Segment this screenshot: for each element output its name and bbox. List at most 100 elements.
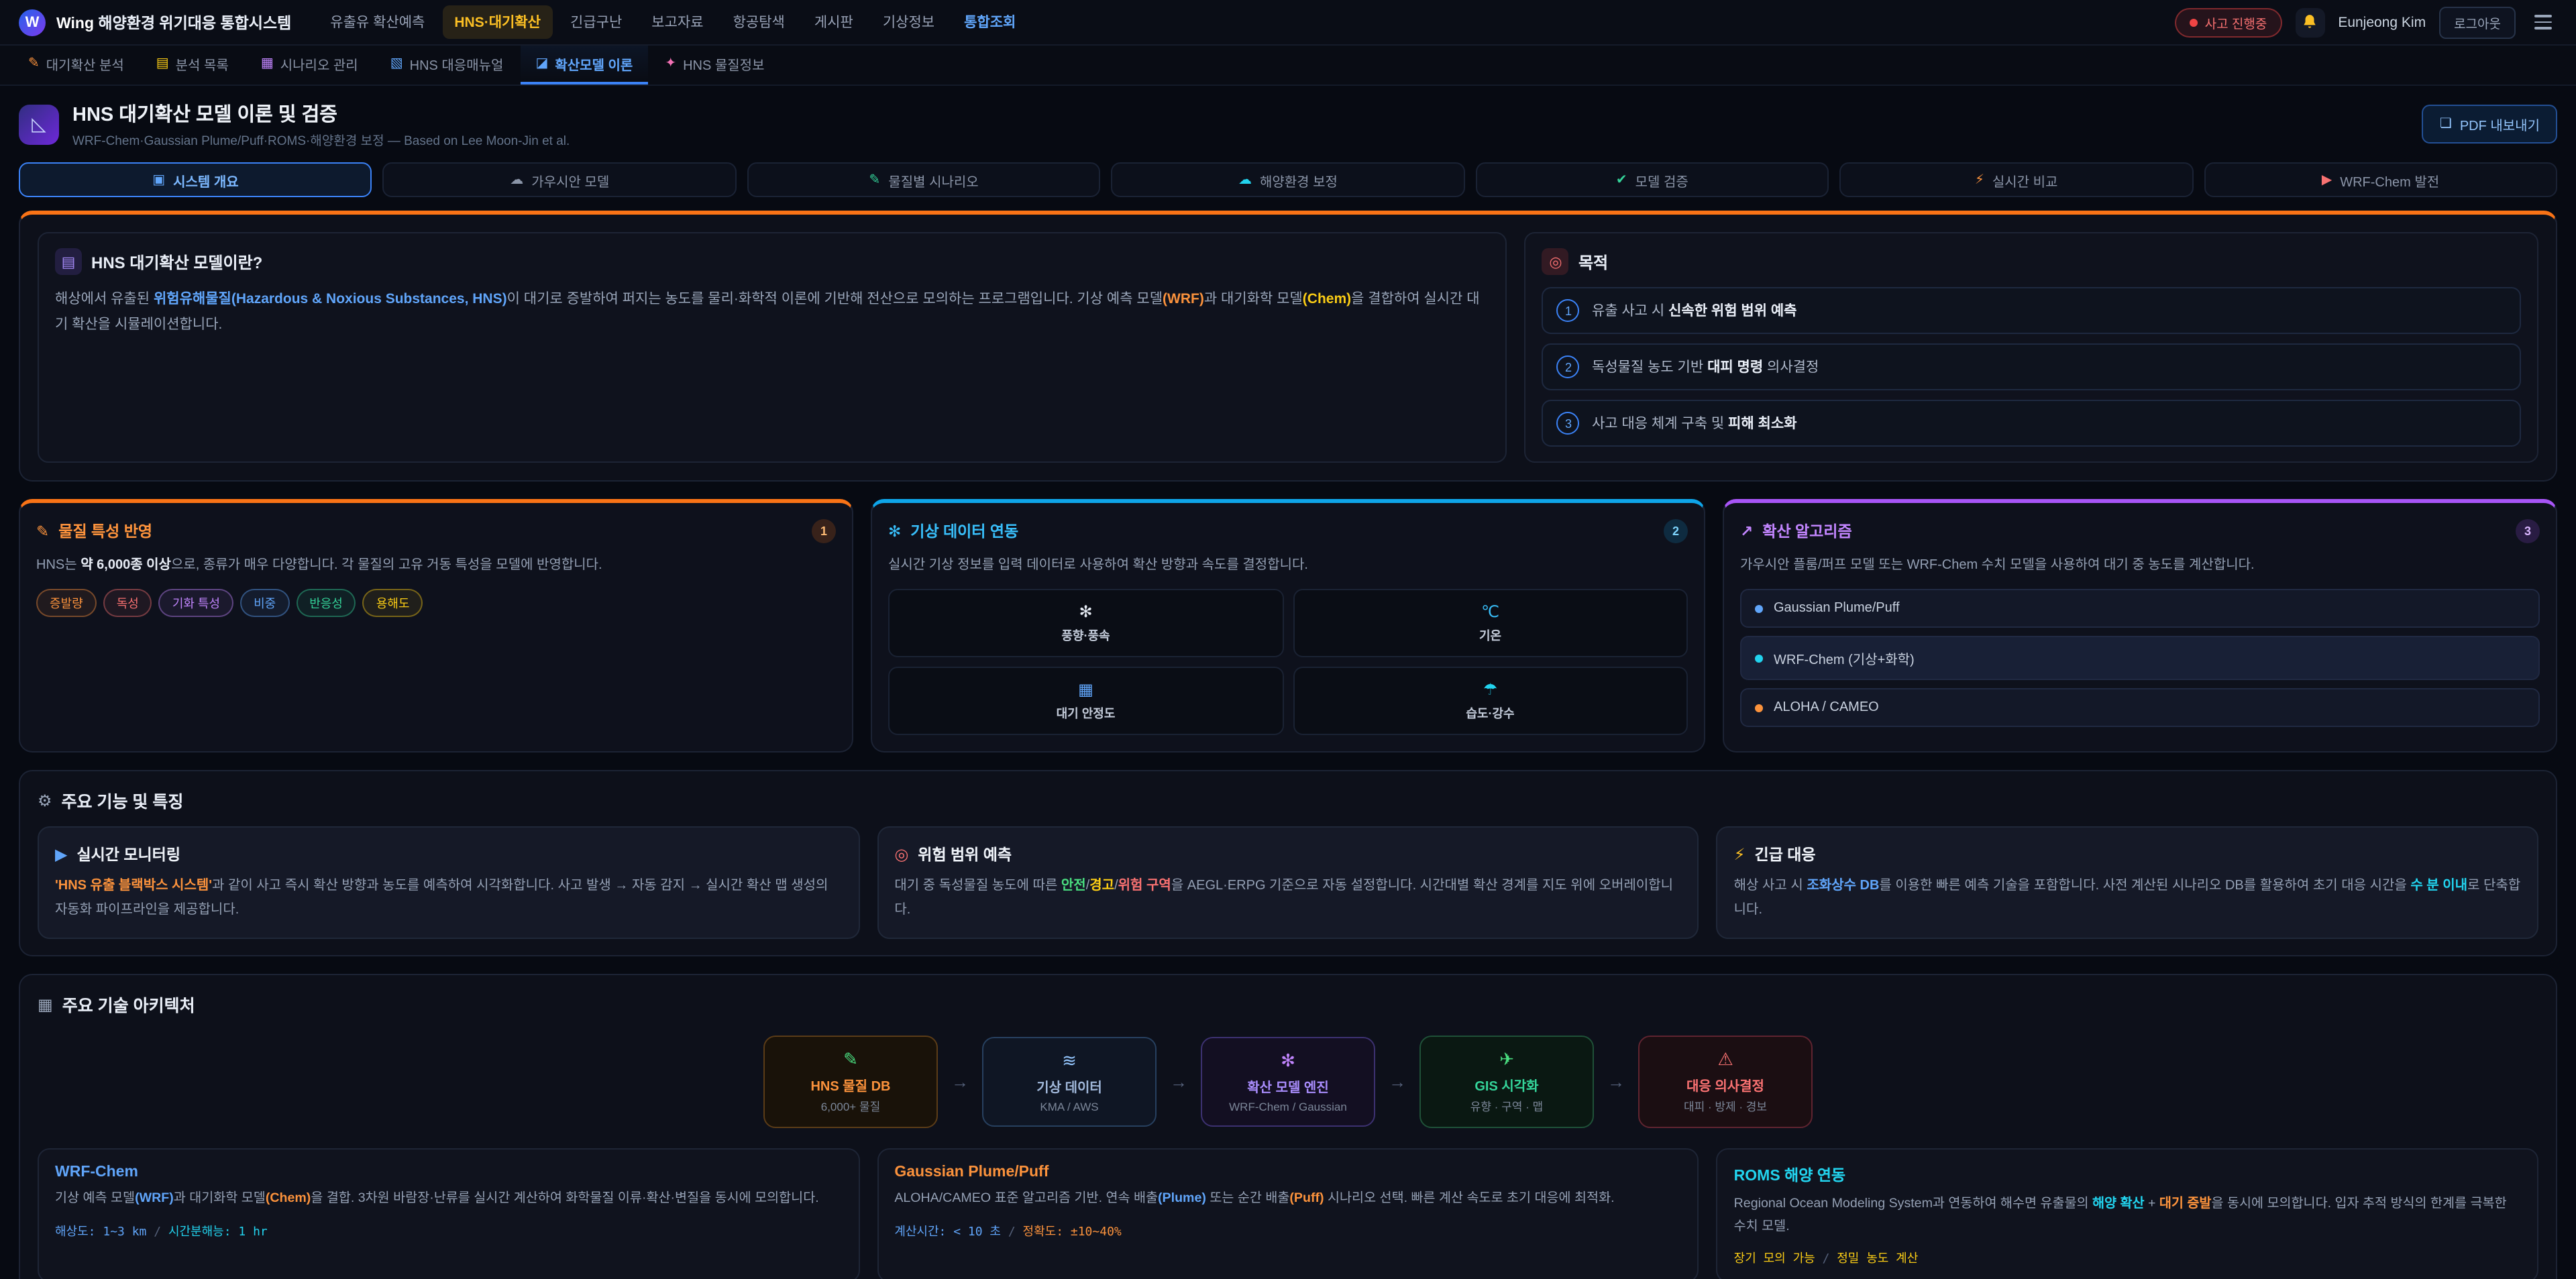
- flow-node-title: 기상 데이터: [1036, 1076, 1102, 1096]
- section-tab-wrf-chem-evolution[interactable]: ▶WRF-Chem 발전: [2204, 162, 2557, 197]
- text-segment: HNS는: [36, 558, 80, 573]
- brand: W Wing 해양환경 위기대응 통합시스템: [19, 9, 291, 36]
- tab-scenario-management[interactable]: ▦시나리오 관리: [246, 46, 373, 85]
- purpose-panel: ◎ 목적 1 유출 사고 시 신속한 위험 범위 예측 2 독성물질 농도 기반…: [1525, 232, 2538, 463]
- page-subtitle: WRF-Chem·Gaussian Plume/Puff·ROMS·해양환경 보…: [72, 130, 570, 149]
- section-tab-gaussian-model[interactable]: ☁가우시안 모델: [383, 162, 737, 197]
- flow-node-subtitle: 유향 · 구역 · 맵: [1470, 1099, 1543, 1115]
- section-tab-label: 가우시안 모델: [531, 170, 609, 190]
- sub-tab-bar: ✎대기확산 분석 ▤분석 목록 ▦시나리오 관리 ▧HNS 대응매뉴얼 ◪확산모…: [0, 46, 2576, 86]
- flow-node-weather-data: ≋ 기상 데이터 KMA / AWS: [982, 1037, 1157, 1127]
- section-tab-model-validation[interactable]: ✔모델 검증: [1475, 162, 1829, 197]
- pdf-export-label: PDF 내보내기: [2460, 114, 2540, 134]
- feature-card-risk-range-prediction: ◎위험 범위 예측 대기 중 독성물질 농도에 따른 안전/경고/위험 구역을 …: [877, 826, 1699, 939]
- tab-hns-substance-info[interactable]: ✦ HNS 물질정보: [650, 46, 779, 85]
- tech-card-metrics: 장기 모의 가능 / 정밀 농도 계산: [1734, 1249, 2521, 1267]
- ruler-icon: ◺: [19, 104, 59, 144]
- card-title: 확산 알고리즘: [1762, 520, 1851, 542]
- about-text-segment: 이 대기로 증발하여 퍼지는 농도를 물리·화학적 이론에 기반해 전산으로 모…: [507, 291, 1163, 307]
- trend-icon: ↗: [1740, 522, 1753, 541]
- about-panel: ▤ HNS 대기확산 모델이란? 해상에서 유출된 위험유해물질(Hazardo…: [38, 232, 1507, 463]
- weather-cell-humidity: ☂습도·강수: [1293, 667, 1688, 735]
- nav-item-hns-air-diffusion[interactable]: HNS·대기확산: [442, 5, 553, 39]
- text-segment: 시나리오 선택. 빠른 계산 속도로 초기 대응에 최적화.: [1324, 1191, 1615, 1206]
- purpose-item: 2 독성물질 농도 기반 대피 명령 의사결정: [1542, 343, 2521, 390]
- feature-card-emergency-response: ⚡긴급 대응 해상 사고 시 조화상수 DB를 이용한 빠른 예측 기술을 포함…: [1717, 826, 2538, 939]
- weather-cell-label: 대기 안정도: [1057, 704, 1116, 722]
- algorithm-item-wrf-chem: WRF-Chem (기상+화학): [1740, 636, 2540, 680]
- section-tab-substance-scenarios[interactable]: ✎물질별 시나리오: [747, 162, 1101, 197]
- boxes-icon: ▦: [38, 995, 53, 1013]
- text-segment: 과 대기화학 모델: [174, 1191, 266, 1206]
- text-highlight: (Plume): [1158, 1191, 1206, 1206]
- card-substance-characteristics: ✎ 물질 특성 반영 1 HNS는 약 6,000종 이상으로, 종류가 매우 …: [19, 499, 853, 753]
- nav-item-oil-diffusion[interactable]: 유출유 확산예측: [318, 5, 437, 39]
- overview-card: ▤ HNS 대기확산 모델이란? 해상에서 유출된 위험유해물질(Hazardo…: [19, 211, 2557, 482]
- notification-bell-icon[interactable]: [2295, 7, 2324, 37]
- metric-separator: /: [1815, 1254, 1837, 1267]
- features-grid: ▶실시간 모니터링 'HNS 유출 블랙박스 시스템'과 같이 사고 즉시 확산…: [38, 826, 2538, 939]
- text-segment: 대기 중 독성물질 농도에 따른: [894, 879, 1061, 893]
- text-segment: 으로, 종류가 매우 다양합니다. 각 물질의 고유 거동 특성을 모델에 반영…: [171, 558, 602, 573]
- nav-item-weather-info[interactable]: 기상정보: [871, 5, 947, 39]
- logout-button[interactable]: 로그아웃: [2439, 6, 2516, 38]
- arrow-right-icon: →: [1607, 1072, 1625, 1092]
- arrow-right-icon: →: [1389, 1072, 1406, 1092]
- feature-title: 실시간 모니터링: [76, 844, 180, 865]
- nav-item-integrated-search[interactable]: 통합조회: [952, 5, 1028, 39]
- flow-node-subtitle: KMA / AWS: [1040, 1100, 1098, 1113]
- text-segment: 해상 사고 시: [1734, 879, 1807, 893]
- zone-danger-label: 위험 구역: [1118, 879, 1171, 893]
- feature-body: 해상 사고 시 조화상수 DB를 이용한 빠른 예측 기술을 포함합니다. 사전…: [1734, 875, 2521, 922]
- bullet-icon: [1755, 604, 1763, 612]
- thermometer-icon: ℃: [1481, 602, 1499, 621]
- flow-node-decision-making: ⚠ 대응 의사결정 대피 · 방제 · 경보: [1638, 1036, 1813, 1128]
- tab-label: HNS 물질정보: [683, 54, 764, 74]
- algorithm-label: Gaussian Plume/Puff: [1774, 601, 1900, 616]
- nav-item-emergency-rescue[interactable]: 긴급구난: [558, 5, 634, 39]
- metric-separator: /: [146, 1225, 168, 1239]
- section-tab-realtime-comparison[interactable]: ⚡실시간 비교: [1839, 162, 2193, 197]
- nav-item-air-search[interactable]: 항공탐색: [721, 5, 797, 39]
- tech-card-gaussian: Gaussian Plume/Puff ALOHA/CAMEO 표준 알고리즘 …: [877, 1148, 1699, 1279]
- card-number-badge: 1: [812, 519, 836, 543]
- feature-body: 대기 중 독성물질 농도에 따른 안전/경고/위험 구역을 AEGL·ERPG …: [894, 875, 1681, 922]
- text-segment: 를 이용한 빠른 예측 기술을 포함합니다. 사전 계산된 시나리오 DB를 활…: [1879, 879, 2410, 893]
- tab-analysis-list[interactable]: ▤분석 목록: [142, 46, 244, 85]
- tab-air-diffusion-analysis[interactable]: ✎대기확산 분석: [13, 46, 139, 85]
- text-segment: 유출 사고 시: [1592, 303, 1668, 319]
- card-weather-data-link: ✻ 기상 데이터 연동 2 실시간 기상 정보를 입력 데이터로 사용하여 확산…: [871, 499, 1705, 753]
- hamburger-menu-icon[interactable]: [2529, 10, 2557, 35]
- flask-icon: ✦: [665, 56, 676, 71]
- tab-diffusion-model-theory[interactable]: ◪확산모델 이론: [521, 46, 647, 85]
- about-title: HNS 대기확산 모델이란?: [91, 250, 262, 273]
- tech-card-body: Regional Ocean Modeling System과 연동하여 해수면…: [1734, 1194, 2521, 1239]
- lightning-icon: ⚡: [1734, 845, 1746, 864]
- text-highlight: 대기 증발: [2159, 1197, 2212, 1211]
- section-tab-marine-correction[interactable]: ☁해양환경 보정: [1112, 162, 1465, 197]
- tab-label: 분석 목록: [176, 54, 229, 74]
- feature-title: 위험 범위 예측: [918, 844, 1012, 865]
- main-nav: 유출유 확산예측 HNS·대기확산 긴급구난 보고자료 항공탐색 게시판 기상정…: [318, 5, 2156, 39]
- tech-card-roms: ROMS 해양 연동 Regional Ocean Modeling Syste…: [1717, 1148, 2538, 1279]
- metric-value: 해상도: 1~3 km: [55, 1225, 146, 1239]
- incident-status-label: 사고 진행중: [2205, 13, 2267, 32]
- architecture-flow: ✎ HNS 물질 DB 6,000+ 물질 → ≋ 기상 데이터 KMA / A…: [38, 1036, 2538, 1128]
- feature-body: 'HNS 유출 블랙박스 시스템'과 같이 사고 즉시 확산 방향과 농도를 예…: [55, 875, 842, 922]
- page-title: HNS 대기확산 모델 이론 및 검증: [72, 99, 570, 127]
- property-tags: 증발량 독성 기화 특성 비중 반응성 용해도: [36, 589, 836, 617]
- section-tab-bar: ▣시스템 개요 ☁가우시안 모델 ✎물질별 시나리오 ☁해양환경 보정 ✔모델 …: [0, 160, 2576, 197]
- nav-item-board[interactable]: 게시판: [802, 5, 865, 39]
- arrow-right-icon: →: [951, 1072, 969, 1092]
- zone-safe-label: 안전: [1061, 879, 1086, 893]
- flow-node-title: 확산 모델 엔진: [1247, 1076, 1329, 1096]
- section-tab-system-overview[interactable]: ▣시스템 개요: [19, 162, 372, 197]
- zone-warning-label: 경고: [1089, 879, 1114, 893]
- nav-item-reports[interactable]: 보고자료: [639, 5, 715, 39]
- pdf-export-button[interactable]: ❏ PDF 내보내기: [2422, 105, 2557, 144]
- section-tab-label: WRF-Chem 발전: [2340, 170, 2439, 190]
- step-number-badge: 3: [1557, 412, 1580, 435]
- tab-hns-response-manual[interactable]: ▧HNS 대응매뉴얼: [376, 46, 519, 85]
- page-header: ◺ HNS 대기확산 모델 이론 및 검증 WRF-Chem·Gaussian …: [0, 86, 2576, 160]
- text-highlight: 수 분 이내: [2410, 879, 2467, 893]
